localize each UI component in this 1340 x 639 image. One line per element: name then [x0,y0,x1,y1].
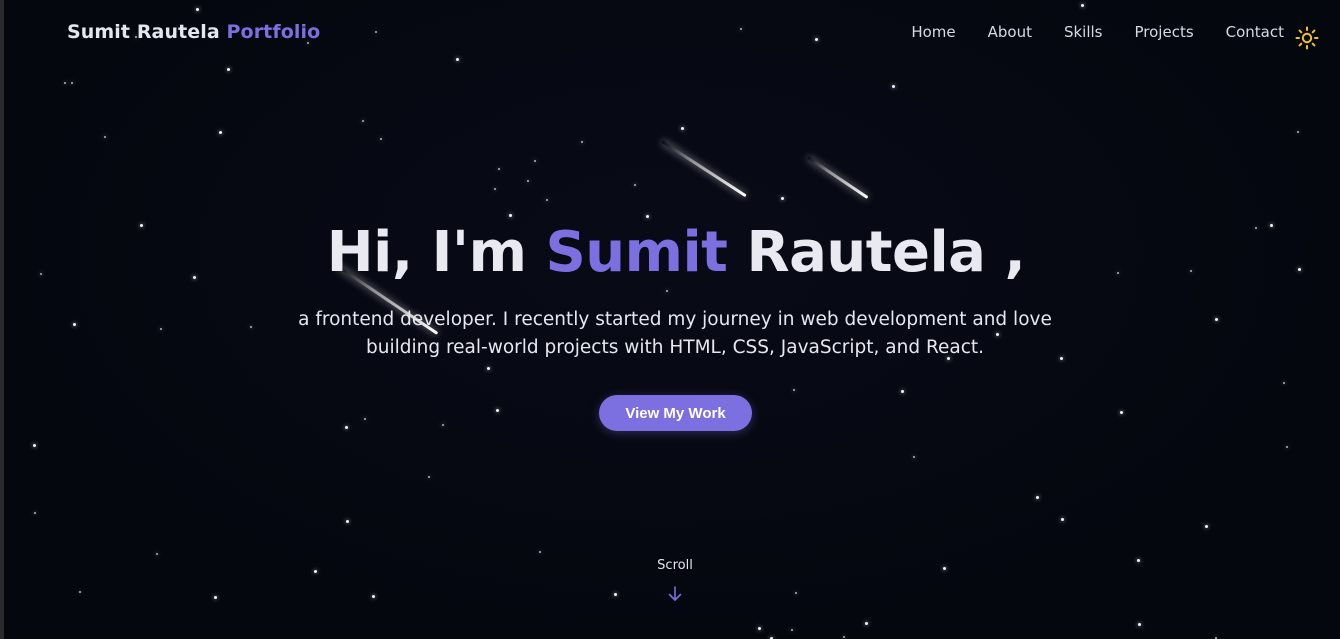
star [494,188,496,190]
star [901,390,904,393]
star [791,629,793,631]
star [487,367,490,370]
star [345,426,348,429]
star [314,570,317,573]
theme-toggle-button[interactable] [1295,26,1319,50]
star [34,512,36,514]
star [634,184,636,186]
star [73,323,76,326]
star [496,409,499,412]
nav-link-about[interactable]: About [988,23,1032,41]
star [33,444,36,447]
star [1061,518,1064,521]
nav-link-home[interactable]: Home [911,23,955,41]
star [913,456,915,458]
star [646,215,649,218]
star [380,138,382,140]
star [681,127,684,130]
star [758,627,761,630]
star [372,595,375,598]
star [71,82,73,84]
star [64,82,66,84]
scroll-label: Scroll [657,558,693,573]
arrow-down-icon [668,586,682,601]
star [362,120,364,122]
nav-links: Home About Skills Projects Contact [911,23,1284,41]
star [1137,559,1140,562]
star [227,68,230,71]
hero-subtitle: a frontend developer. I recently started… [298,309,1052,358]
star [527,180,529,182]
top-navbar: Sumit Rautela Portfolio Home About Skill… [0,0,1340,66]
star [581,141,583,143]
nav-link-skills[interactable]: Skills [1064,23,1103,41]
star [364,418,366,420]
hero-last-name: Rautela , [746,220,1026,285]
shooting-star [807,156,869,200]
brand-accent: Portfolio [226,21,321,43]
page: Sumit Rautela Portfolio Home About Skill… [0,0,1340,639]
star [793,389,795,391]
star [428,476,430,478]
sun-icon [1295,26,1319,50]
star [943,567,946,570]
star [534,160,536,162]
shooting-star [661,140,747,198]
star [892,85,895,88]
star [219,131,222,134]
star [498,168,500,170]
star [666,290,668,292]
nav-link-projects[interactable]: Projects [1135,23,1194,41]
star [614,593,617,596]
hero-title: Hi, I'm Sumit Rautela , [0,220,1340,285]
star [442,424,444,426]
star [1283,382,1285,384]
star [865,622,868,625]
star [509,214,512,217]
star [1286,446,1288,448]
star [160,328,162,330]
star [1036,496,1039,499]
star [795,592,797,594]
star [1120,411,1123,414]
star [1297,131,1299,133]
star [1138,623,1141,626]
star [156,553,158,555]
star [781,197,784,200]
star [539,551,541,553]
star [79,591,81,593]
star [546,199,548,201]
star [104,136,106,138]
view-my-work-button[interactable]: View My Work [599,395,752,431]
scroll-down-button[interactable] [666,584,684,604]
star [214,596,217,599]
nav-link-contact[interactable]: Contact [1226,23,1284,41]
star [843,636,845,638]
star [1215,318,1218,321]
brand-name: Sumit Rautela [67,21,220,43]
star [1205,525,1208,528]
hero-greeting: Hi, I'm [326,220,527,285]
hero-first-name: Sumit [545,220,728,285]
star [250,326,252,328]
star [346,520,349,523]
site-logo[interactable]: Sumit Rautela Portfolio [67,21,320,43]
window-edge [0,0,4,639]
